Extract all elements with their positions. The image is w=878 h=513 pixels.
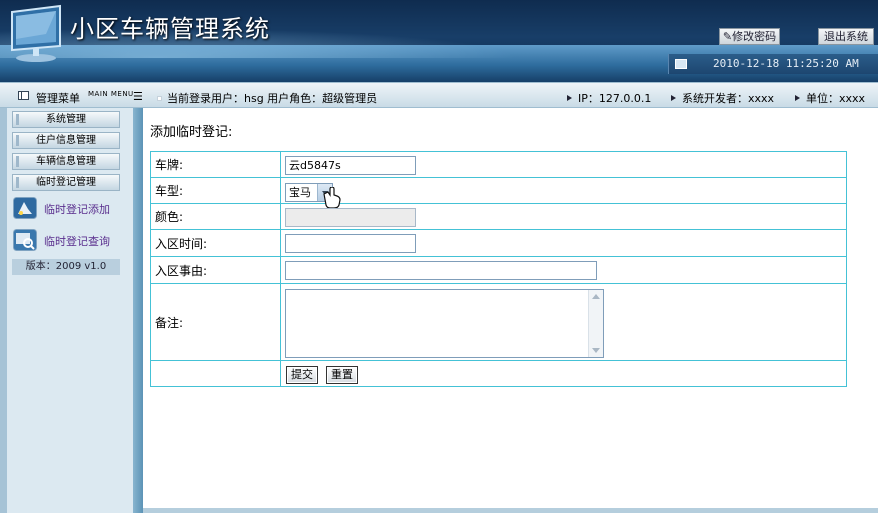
arrow-right-icon — [671, 95, 676, 101]
remark-label: 备注: — [151, 284, 281, 360]
app-title: 小区车辆管理系统 — [70, 15, 270, 43]
main-bottom-border — [143, 508, 878, 513]
form-row-color: 颜色: — [151, 204, 846, 230]
sidebar-menu-system[interactable]: 系统管理 — [12, 111, 120, 128]
datetime-bar: 2010-12-18 11:25:20 AM — [668, 54, 878, 74]
sidebar: 系统管理 住户信息管理 车辆信息管理 临时登记管理 临时登记添加 临时登记查询 … — [0, 108, 135, 513]
arrow-right-icon — [567, 95, 572, 101]
sidebar-divider — [133, 108, 143, 513]
monitor-icon — [675, 59, 687, 69]
current-user-info: 当前登录用户：hsg 用户角色：超级管理员 — [157, 90, 377, 106]
color-input[interactable] — [285, 208, 416, 227]
plate-label: 车牌: — [151, 152, 281, 177]
bullet-icon — [157, 96, 162, 101]
change-password-label: 修改密码 — [732, 30, 777, 43]
form-row-time: 入区时间: — [151, 230, 846, 257]
remark-scrollbar[interactable] — [588, 290, 603, 357]
time-cell — [282, 230, 846, 256]
plate-input[interactable]: 云d5847s — [285, 156, 416, 175]
registration-form: 车牌: 云d5847s 车型: 宝马 颜色: 入区时间: 入区事由: 备注: 提… — [150, 151, 847, 387]
form-title: 添加临时登记: — [150, 125, 233, 140]
entry-reason-input[interactable] — [285, 261, 597, 280]
ip-info: IP：127.0.0.1 — [567, 90, 651, 106]
unit-text: 单位：xxxx — [806, 92, 866, 105]
sidebar-link-temp-search[interactable]: 临时登记查询 — [13, 229, 123, 253]
actions-label — [151, 361, 281, 387]
color-label: 颜色: — [151, 204, 281, 229]
sidebar-menu-temp-registration[interactable]: 临时登记管理 — [12, 174, 120, 191]
arrow-right-icon — [795, 95, 800, 101]
car-type-value: 宝马 — [289, 186, 311, 199]
reason-label: 入区事由: — [151, 257, 281, 283]
datetime-display: 2010-12-18 11:25:20 AM — [713, 57, 859, 70]
scroll-down-icon[interactable] — [592, 348, 600, 353]
reason-cell — [282, 257, 846, 283]
menu-icon — [18, 91, 29, 100]
version-label: 版本：2009 v1.0 — [12, 259, 120, 275]
current-user-text: 当前登录用户：hsg 用户角色：超级管理员 — [167, 92, 378, 105]
form-row-remark: 备注: — [151, 284, 846, 361]
form-row-type: 车型: 宝马 — [151, 178, 846, 209]
search-record-icon — [13, 229, 37, 251]
reset-button[interactable]: 重置 — [326, 366, 358, 384]
remark-textarea[interactable] — [285, 289, 604, 358]
info-bar: 管理菜单 MAIN MENU ☰ 当前登录用户：hsg 用户角色：超级管理员 I… — [0, 82, 878, 108]
remark-cell — [282, 284, 846, 360]
entry-time-input[interactable] — [285, 234, 416, 253]
type-label: 车型: — [151, 178, 281, 203]
sidebar-link-temp-add-label: 临时登记添加 — [44, 203, 110, 216]
monitor-logo-icon — [11, 4, 61, 62]
unit-info: 单位：xxxx — [795, 90, 865, 106]
ip-text: IP：127.0.0.1 — [578, 92, 652, 105]
plate-cell: 云d5847s — [282, 152, 846, 177]
color-cell — [282, 204, 846, 229]
sidebar-menu-vehicles[interactable]: 车辆信息管理 — [12, 153, 120, 170]
change-password-button[interactable]: ✎修改密码 — [719, 28, 780, 45]
sidebar-link-temp-add[interactable]: 临时登记添加 — [13, 197, 123, 221]
vehicle-add-icon — [13, 197, 37, 219]
pencil-icon: ✎ — [722, 30, 733, 43]
menu-subtitle: MAIN MENU — [88, 90, 134, 98]
menu-separator: ☰ — [133, 90, 143, 103]
developer-info: 系统开发者：xxxx — [671, 90, 774, 106]
form-row-plate: 车牌: 云d5847s — [151, 152, 846, 178]
form-row-reason: 入区事由: — [151, 257, 846, 284]
time-label: 入区时间: — [151, 230, 281, 256]
app-header: 小区车辆管理系统 ✎修改密码 退出系统 2010-12-18 11:25:20 … — [0, 0, 878, 82]
submit-button[interactable]: 提交 — [286, 366, 318, 384]
sidebar-menu-residents[interactable]: 住户信息管理 — [12, 132, 120, 149]
type-cell: 宝马 — [282, 178, 846, 209]
form-row-actions: 提交 重置 — [151, 361, 846, 387]
scroll-up-icon[interactable] — [592, 294, 600, 299]
developer-text: 系统开发者：xxxx — [682, 92, 775, 105]
logout-button[interactable]: 退出系统 — [818, 28, 874, 45]
sidebar-link-temp-search-label: 临时登记查询 — [44, 235, 110, 248]
menu-title: 管理菜单 — [36, 92, 80, 105]
actions-cell: 提交 重置 — [282, 361, 846, 387]
